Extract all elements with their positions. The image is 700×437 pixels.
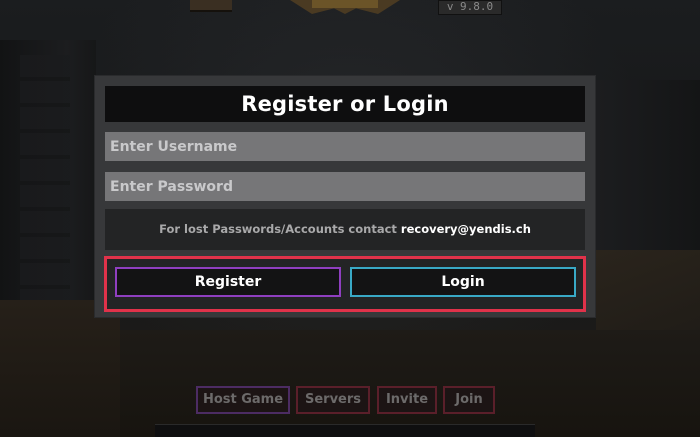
username-input[interactable] xyxy=(105,132,585,161)
recovery-info: For lost Passwords/Accounts contact reco… xyxy=(105,209,585,250)
password-input[interactable] xyxy=(105,172,585,201)
recovery-info-text: For lost Passwords/Accounts contact xyxy=(159,222,397,236)
join-button[interactable]: Join xyxy=(443,386,495,414)
version-badge: v 9.8.0 xyxy=(438,0,502,15)
dialog-title: Register or Login xyxy=(105,86,585,122)
invite-button[interactable]: Invite xyxy=(377,386,437,414)
recovery-email: recovery@yendis.ch xyxy=(400,222,531,236)
game-screen: v 9.8.0 Register or Login For lost Passw… xyxy=(0,0,700,437)
logo-fragment-left xyxy=(190,0,232,12)
host-game-button[interactable]: Host Game xyxy=(196,386,290,414)
auth-dialog: Register or Login For lost Passwords/Acc… xyxy=(95,76,595,317)
game-logo-inner xyxy=(312,0,378,8)
auth-actions: Register Login xyxy=(104,256,586,312)
register-button[interactable]: Register xyxy=(115,267,341,297)
bottom-panel xyxy=(155,424,535,437)
servers-button[interactable]: Servers xyxy=(296,386,370,414)
background-ground-left xyxy=(0,300,120,437)
login-button[interactable]: Login xyxy=(350,267,576,297)
